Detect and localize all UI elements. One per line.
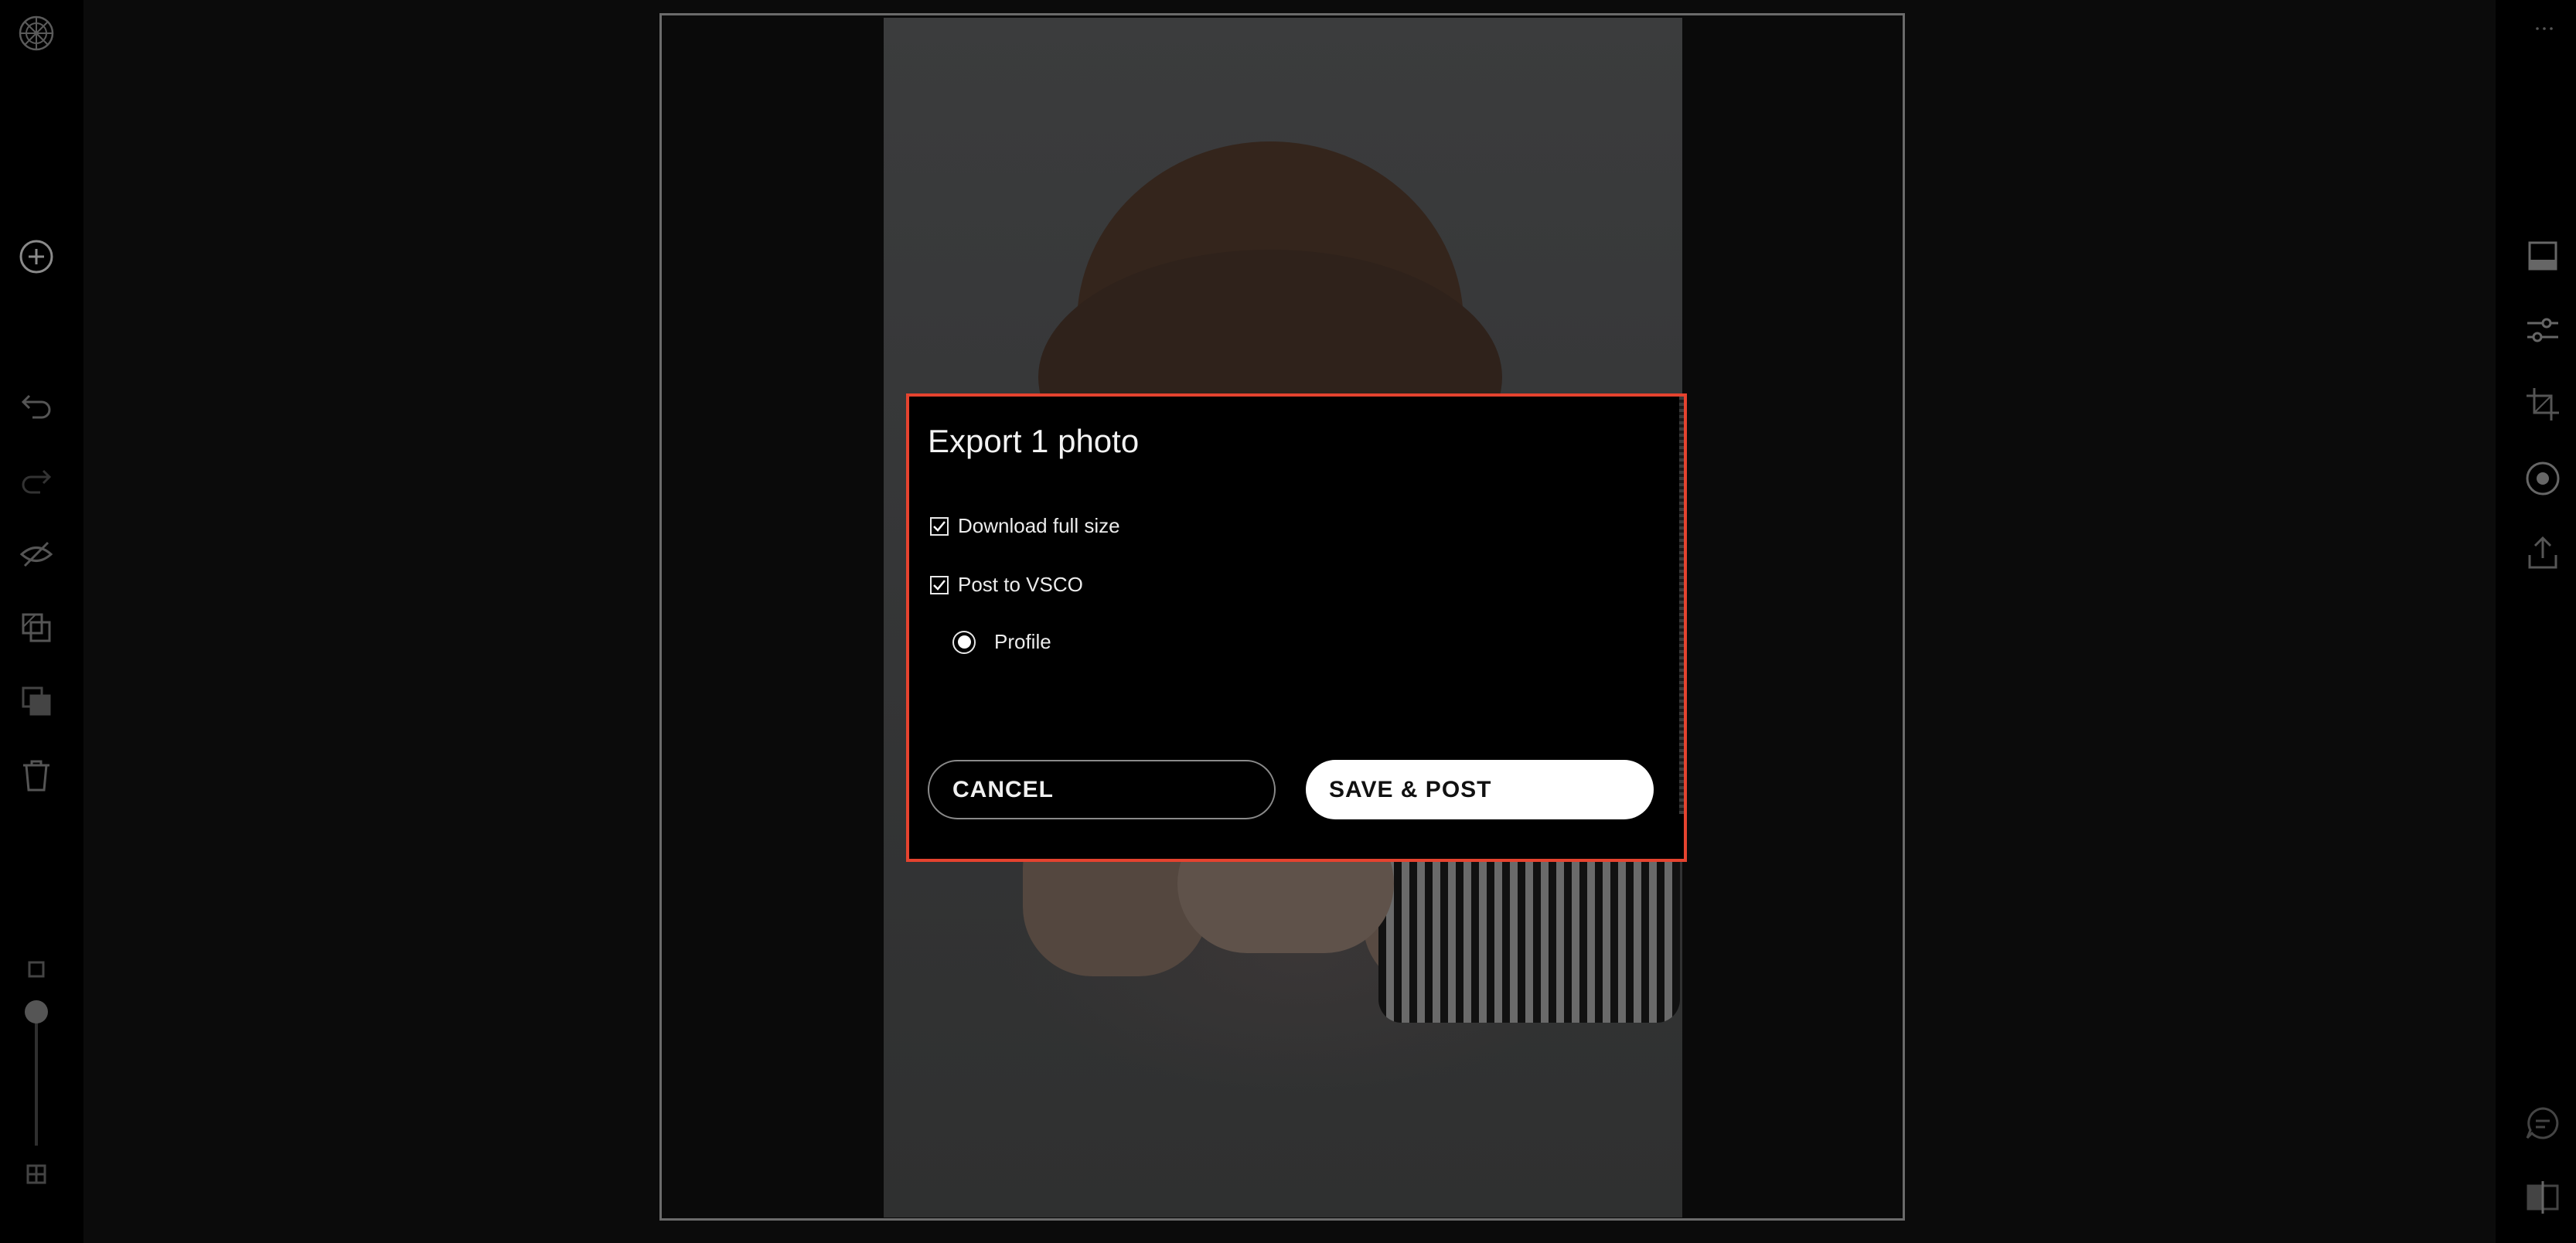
download-full-size-option[interactable]: Download full size [930,514,1120,538]
redo-icon[interactable] [15,458,57,500]
dialog-title: Export 1 photo [928,423,1140,459]
grid-large-icon[interactable] [15,1153,57,1195]
profile-radio[interactable] [952,630,976,654]
dialog-scrollbar[interactable] [1679,397,1684,814]
paste-edits-icon[interactable] [15,680,57,722]
export-icon[interactable] [2523,533,2562,576]
check-icon [933,579,946,591]
compare-icon[interactable] [2523,1178,2562,1221]
zoom-slider-handle[interactable] [25,1000,48,1023]
recipe-icon[interactable] [2523,459,2562,502]
presets-icon[interactable] [2523,237,2562,279]
grid-small-icon[interactable] [15,948,57,990]
save-and-post-button[interactable]: SAVE & POST [1306,760,1654,819]
copy-edits-icon[interactable] [15,607,57,649]
check-icon [933,520,946,532]
post-to-vsco-checkbox[interactable] [930,575,949,594]
left-toolbar [0,0,83,1243]
post-to-vsco-option[interactable]: Post to VSCO [930,573,1083,597]
right-toolbar [2496,0,2576,1243]
profile-option[interactable]: Profile [952,630,1051,654]
post-to-vsco-label: Post to VSCO [958,573,1083,596]
cancel-button[interactable]: CANCEL [928,760,1276,819]
trash-icon[interactable] [15,754,57,796]
crop-icon[interactable] [2523,385,2562,427]
vsco-logo-icon[interactable] [15,12,57,54]
adjust-icon[interactable] [2523,311,2562,353]
comment-icon[interactable] [2523,1104,2562,1146]
profile-label: Profile [994,630,1051,653]
add-icon[interactable] [15,236,57,278]
more-icon[interactable] [2525,22,2564,49]
download-full-size-label: Download full size [958,514,1120,537]
undo-icon[interactable] [15,383,57,425]
zoom-slider[interactable] [35,1003,38,1146]
hide-icon[interactable] [15,533,57,575]
export-dialog: Export 1 photo Download full size Post t… [906,393,1687,862]
download-full-size-checkbox[interactable] [930,516,949,536]
